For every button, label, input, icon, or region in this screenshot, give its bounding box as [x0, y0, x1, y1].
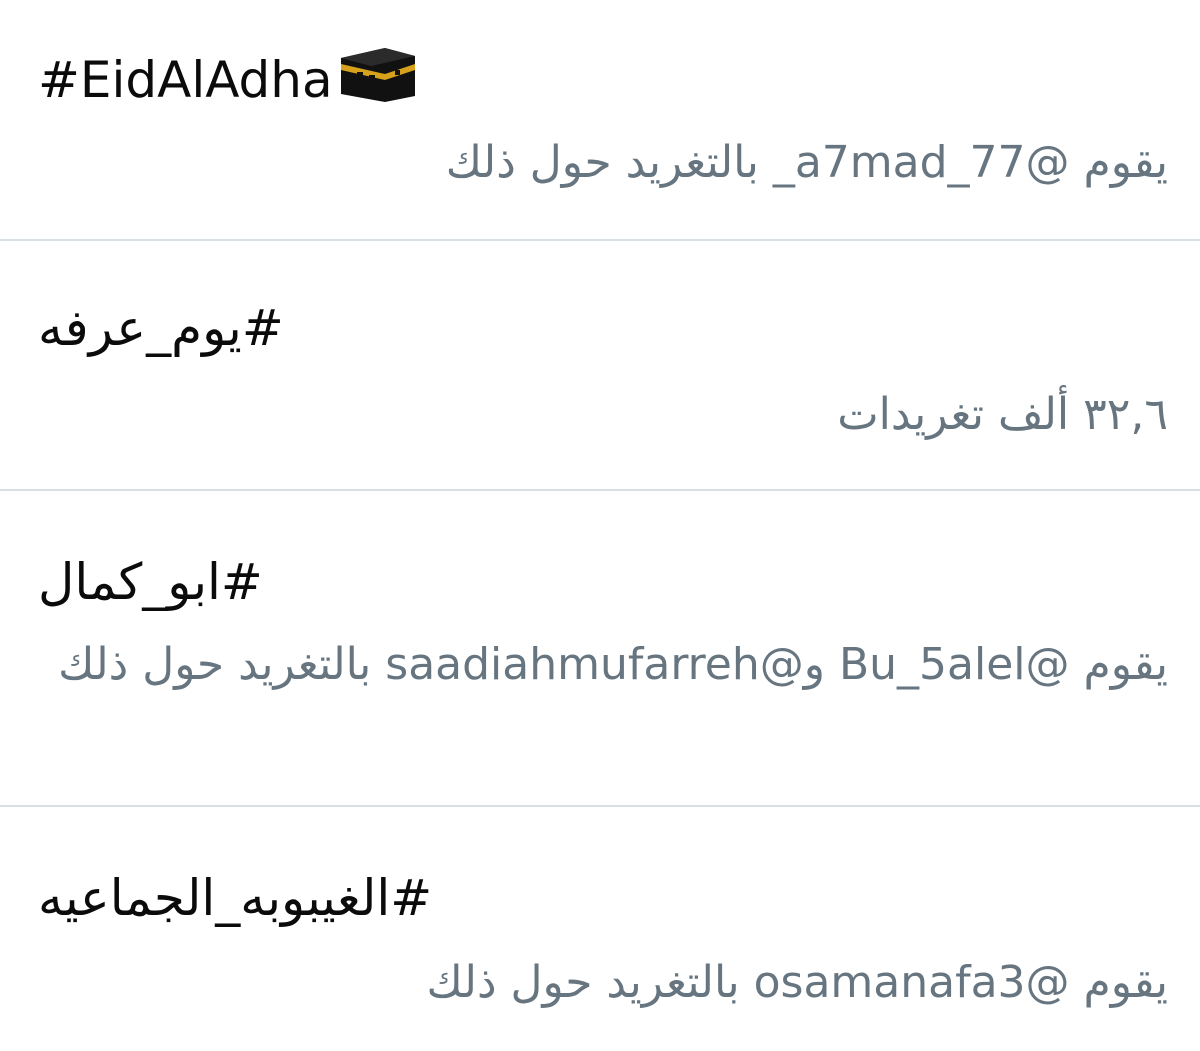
trend-title[interactable]: #يوم_عرفه [38, 298, 284, 358]
kaaba-icon [339, 44, 417, 115]
trend-title[interactable]: #الغيبوبه_الجماعيه [38, 868, 432, 928]
trend-item-eidaladha[interactable]: #EidAlAdha يقوم @a7mad_77_ بالتغريد حول … [0, 0, 1200, 240]
trend-meta: ٣٢,٦ ألف تغريدات [837, 389, 1168, 440]
trend-meta: يقوم @a7mad_77_ بالتغريد حول ذلك [445, 137, 1168, 188]
trend-title-text[interactable]: #EidAlAdha [38, 51, 333, 109]
trend-item-yawm-arafa[interactable] [0, 241, 1200, 490]
trend-meta: يقوم @osamanafa3 بالتغريد حول ذلك [426, 957, 1168, 1008]
trend-title[interactable]: #EidAlAdha [38, 48, 417, 119]
trends-list: #EidAlAdha يقوم @a7mad_77_ بالتغريد حول … [0, 0, 1200, 1051]
trend-title[interactable]: #ابو_كمال [38, 552, 263, 612]
trend-item-ghaybouba[interactable] [0, 807, 1200, 1051]
trend-meta: يقوم @Bu_5alel و@saadiahmufarreh بالتغري… [58, 639, 1168, 690]
